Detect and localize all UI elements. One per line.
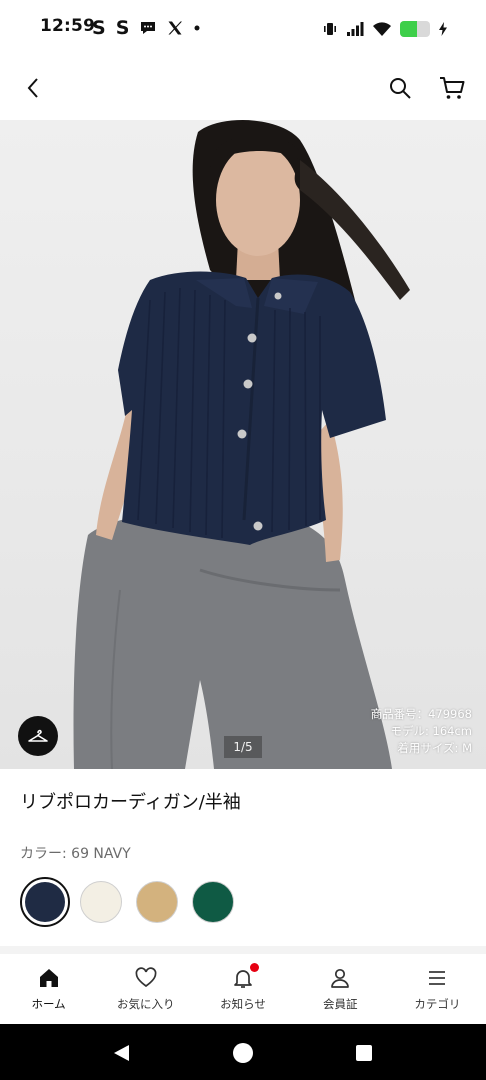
- worn-size: 着用サイズ: M: [397, 741, 472, 755]
- section-divider: [0, 946, 486, 954]
- heart-icon: [134, 966, 158, 990]
- charging-bolt-icon: [439, 22, 447, 36]
- color-swatch-green[interactable]: [192, 881, 234, 923]
- signal-icon: [347, 22, 364, 36]
- nav-notifications[interactable]: お知らせ: [194, 954, 291, 1024]
- status-system-icons: [322, 18, 448, 40]
- image-counter: 1/5: [224, 736, 262, 758]
- vibrate-icon: [324, 23, 336, 35]
- user-icon: [328, 966, 352, 990]
- nav-label: 会員証: [322, 997, 358, 1011]
- system-navigation-bar: [0, 1024, 486, 1080]
- color-label: カラー: 69 NAVY: [20, 846, 131, 862]
- nav-label: ホーム: [31, 997, 66, 1011]
- cart-icon: [440, 77, 465, 99]
- circle-home-icon: [233, 1043, 253, 1063]
- product-photo: [73, 120, 410, 769]
- model-info: 商品番号：479968 モデル: 164cm 着用サイズ: M: [371, 706, 472, 757]
- nav-category[interactable]: カテゴリ: [389, 954, 486, 1024]
- color-swatch-beige[interactable]: [136, 881, 178, 923]
- status-time: 12:59: [40, 16, 96, 36]
- nav-label: お気に入り: [117, 997, 175, 1011]
- cart-button[interactable]: [436, 72, 468, 104]
- system-recents-button[interactable]: [353, 1042, 375, 1064]
- menu-icon: [425, 966, 449, 990]
- chevron-left-icon: [27, 78, 38, 98]
- home-icon: [37, 966, 61, 990]
- model-height: モデル: 164cm: [390, 724, 472, 738]
- back-button[interactable]: [17, 72, 49, 104]
- status-notification-icons: S S: [92, 16, 201, 40]
- hanger-icon: [28, 729, 48, 742]
- nav-label: お知らせ: [220, 997, 266, 1011]
- status-bar: 12:59 S S: [0, 0, 486, 56]
- triangle-back-icon: [114, 1045, 129, 1061]
- notification-badge: [250, 963, 259, 972]
- x-logo-icon: [168, 21, 183, 35]
- system-home-button[interactable]: [232, 1042, 254, 1064]
- notification-s-icon: S: [92, 17, 106, 39]
- nav-membership[interactable]: 会員証: [292, 954, 389, 1024]
- nav-label: カテゴリ: [414, 997, 461, 1011]
- battery-level: [400, 21, 417, 37]
- color-swatch-off-white[interactable]: [80, 881, 122, 923]
- app-header: [0, 56, 486, 120]
- product-title: リブポロカーディガン/半袖: [20, 792, 241, 813]
- bottom-nav: ホーム お気に入り お知らせ 会員証 カテゴリ: [0, 954, 486, 1024]
- bell-icon: [231, 963, 259, 990]
- nav-favorites[interactable]: お気に入り: [97, 954, 194, 1024]
- dot-icon: [194, 25, 200, 31]
- notification-s-icon: S: [115, 17, 130, 39]
- size-fit-button[interactable]: [18, 716, 58, 756]
- square-recents-icon: [356, 1045, 372, 1061]
- nav-home[interactable]: ホーム: [0, 954, 97, 1024]
- color-swatches: [20, 877, 248, 927]
- search-button[interactable]: [384, 72, 416, 104]
- item-number: 商品番号：479968: [370, 707, 472, 721]
- system-back-button[interactable]: [110, 1042, 132, 1064]
- search-icon: [390, 78, 411, 99]
- wifi-icon: [373, 22, 391, 36]
- color-swatch-navy[interactable]: [20, 877, 70, 927]
- battery-icon: [400, 21, 430, 37]
- swatch-fill: [25, 882, 65, 922]
- chat-bubble-icon: [141, 22, 156, 34]
- product-image-carousel[interactable]: 商品番号：479968 モデル: 164cm 着用サイズ: M 1/5: [0, 120, 486, 769]
